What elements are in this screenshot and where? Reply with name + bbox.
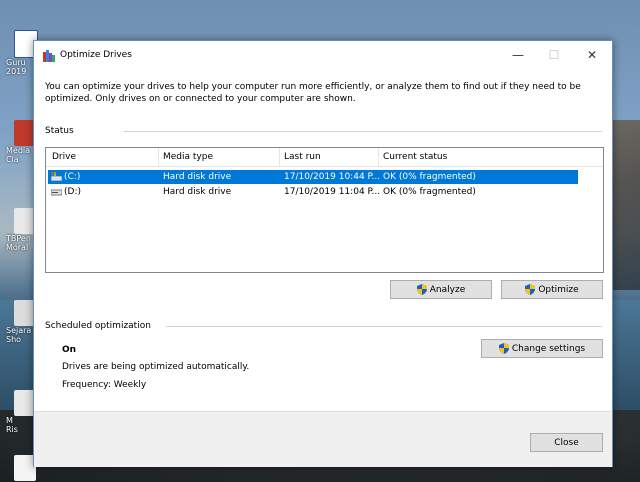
change-settings-button-label: Change settings [511, 343, 586, 354]
close-window-button[interactable]: ✕ [574, 43, 610, 67]
description-text: You can optimize your drives to help you… [45, 82, 581, 104]
current-status: OK (0% fragmented) [383, 172, 476, 182]
schedule-description: Drives are being optimized automatically… [62, 362, 250, 372]
close-button-label: Close [554, 437, 579, 448]
uac-shield-icon [498, 343, 509, 354]
optimize-button-label: Optimize [538, 284, 579, 295]
list-header: Drive Media type Last run Current status [46, 148, 603, 167]
window-title: Optimize Drives [60, 50, 132, 60]
column-header-drive[interactable]: Drive [52, 152, 76, 162]
desktop-icon-label: Media Cla [6, 146, 31, 164]
drive-name: (C:) [64, 172, 81, 182]
scheduled-section-label: Scheduled optimization [45, 321, 151, 331]
analyze-button-label: Analyze [429, 284, 466, 295]
media-type: Hard disk drive [163, 172, 232, 182]
desktop-icon-label: M Ris [6, 416, 18, 434]
last-run: 17/10/2019 10:44 P... [284, 172, 381, 182]
status-section-label: Status [45, 126, 74, 136]
desktop-icon-label: Guru 2019 [6, 58, 27, 76]
optimize-button[interactable]: Optimize [501, 280, 603, 299]
optimize-drives-window: Optimize Drives — ☐ ✕ You can optimize y… [33, 40, 613, 467]
close-button[interactable]: Close [530, 433, 603, 452]
maximize-button[interactable]: ☐ [536, 43, 572, 67]
drive-row-c[interactable]: (C:) Hard disk drive 17/10/2019 10:44 P.… [48, 170, 578, 184]
title-bar[interactable]: Optimize Drives — ☐ ✕ [34, 41, 612, 71]
drives-list[interactable]: Drive Media type Last run Current status… [45, 147, 604, 273]
desktop-icon-label: TBPen Moral [6, 234, 31, 252]
current-status: OK (0% fragmented) [383, 187, 476, 197]
status-divider [124, 131, 602, 132]
optimize-drives-app-icon [43, 50, 55, 62]
scheduled-divider [166, 326, 602, 327]
change-settings-button[interactable]: Change settings [481, 339, 603, 358]
media-type: Hard disk drive [163, 187, 232, 197]
analyze-button[interactable]: Analyze [390, 280, 492, 299]
column-header-last-run[interactable]: Last run [284, 152, 321, 162]
column-separator[interactable] [158, 148, 159, 166]
drive-row-d[interactable]: (D:) Hard disk drive 17/10/2019 11:04 P.… [48, 185, 578, 199]
uac-shield-icon [525, 284, 536, 295]
desktop-icon-label: Sejara Sho [6, 326, 32, 344]
schedule-frequency: Frequency: Weekly [62, 380, 147, 390]
minimize-button[interactable]: — [500, 43, 536, 67]
column-separator[interactable] [378, 148, 379, 166]
windows-drive-icon [51, 172, 62, 181]
column-separator[interactable] [279, 148, 280, 166]
dialog-footer: Close [34, 411, 612, 467]
uac-shield-icon [416, 284, 427, 295]
column-header-media-type[interactable]: Media type [163, 152, 213, 162]
drive-name: (D:) [64, 187, 81, 197]
schedule-state: On [62, 345, 77, 355]
drive-icon [51, 189, 62, 196]
last-run: 17/10/2019 11:04 P... [284, 187, 381, 197]
column-header-current-status[interactable]: Current status [383, 152, 447, 162]
window-content: You can optimize your drives to help you… [34, 71, 612, 467]
